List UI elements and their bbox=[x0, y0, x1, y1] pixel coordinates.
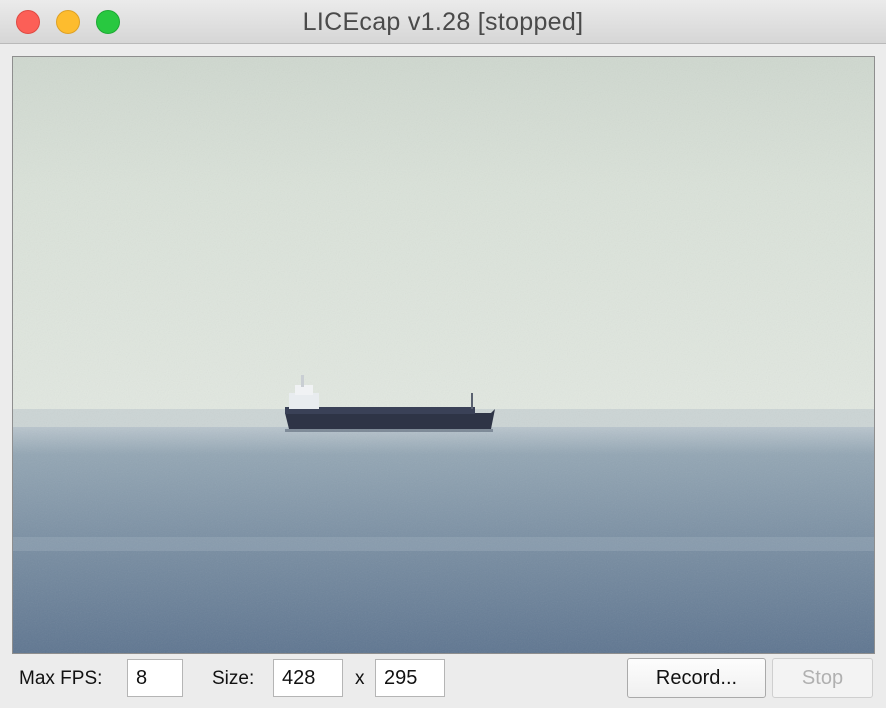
licecap-window: LICEcap v1.28 [stopped] Max FPS: 8 Size:… bbox=[0, 0, 886, 708]
width-input[interactable]: 428 bbox=[273, 659, 343, 697]
window-title: LICEcap v1.28 [stopped] bbox=[302, 8, 584, 36]
stop-button[interactable]: Stop bbox=[772, 658, 873, 698]
record-button[interactable]: Record... bbox=[627, 658, 766, 698]
capture-preview-image bbox=[13, 57, 874, 653]
max-fps-input[interactable]: 8 bbox=[127, 659, 183, 697]
size-label: Size: bbox=[212, 668, 255, 689]
title-bar[interactable]: LICEcap v1.28 [stopped] bbox=[0, 0, 886, 44]
size-separator: x bbox=[355, 668, 365, 689]
capture-frame bbox=[12, 56, 875, 654]
height-input[interactable]: 295 bbox=[375, 659, 445, 697]
max-fps-label: Max FPS: bbox=[19, 668, 103, 689]
